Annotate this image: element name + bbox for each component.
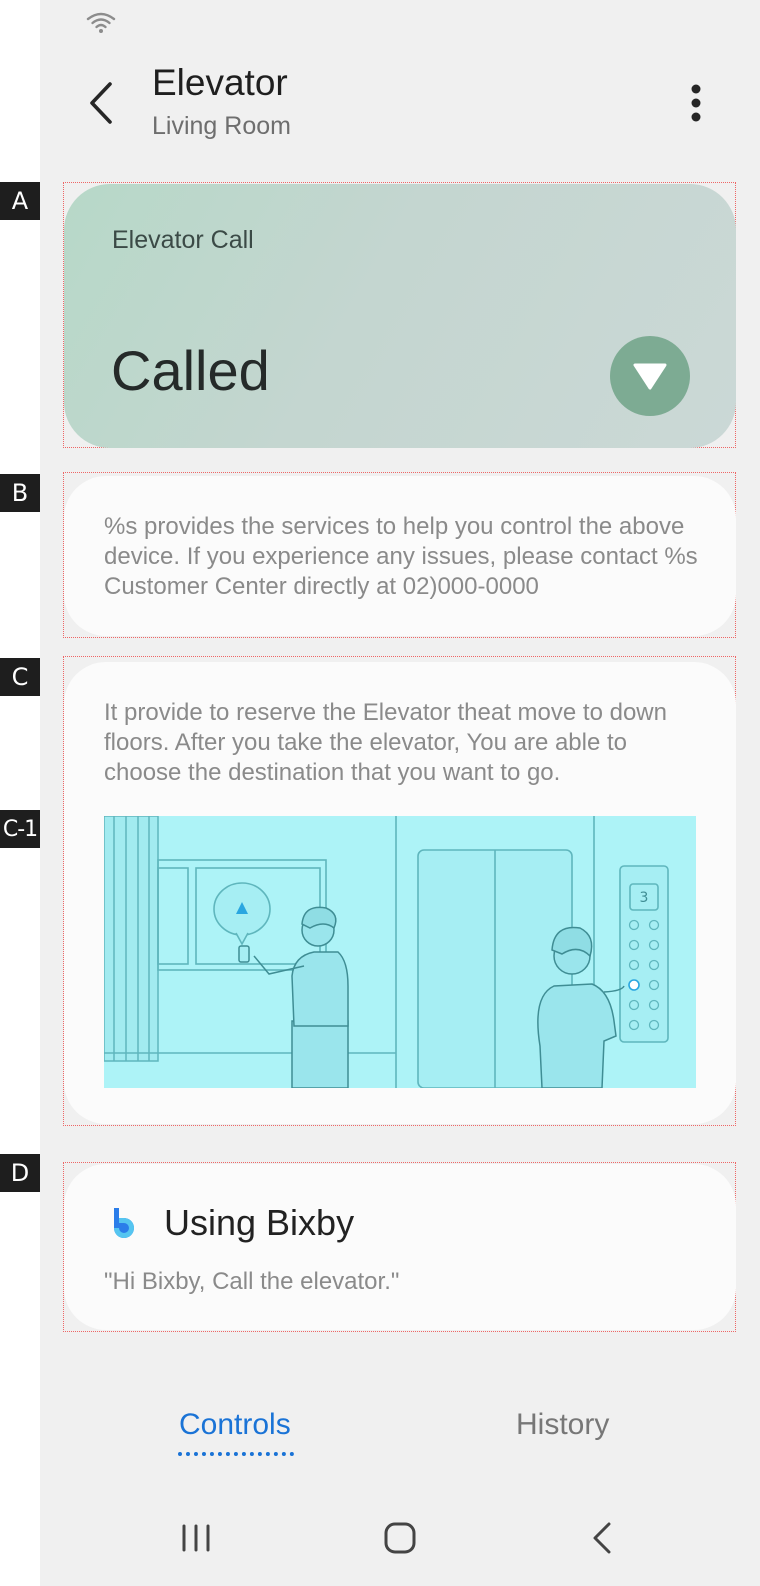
elevator-scene-image: 3 <box>104 816 696 1088</box>
service-notice-text: %s provides the services to help you con… <box>104 513 698 600</box>
bixby-title: Using Bixby <box>164 1202 355 1243</box>
more-options-button[interactable] <box>676 82 716 126</box>
marker-c1: C-1 <box>0 810 40 848</box>
page-title: Elevator <box>152 62 288 103</box>
description-text: It provide to reserve the Elevator theat… <box>104 699 667 786</box>
elevator-illustration: 3 <box>104 816 696 1088</box>
back-icon <box>593 1522 611 1554</box>
back-arrow-icon <box>90 82 112 124</box>
call-elevator-button[interactable] <box>610 336 690 416</box>
more-vertical-icon <box>691 84 701 122</box>
triangle-down-icon <box>633 363 667 390</box>
service-notice-card: %s provides the services to help you con… <box>64 476 736 636</box>
floor-display: 3 <box>640 890 649 906</box>
tab-history[interactable]: History <box>516 1408 609 1442</box>
system-back-button[interactable] <box>572 1508 632 1568</box>
marker-b: B <box>0 474 40 512</box>
bixby-logo-icon <box>114 1208 134 1238</box>
left-annotation-strip <box>0 0 40 1586</box>
elevator-call-label: Elevator Call <box>112 226 254 254</box>
bixby-card[interactable]: Using Bixby "Hi Bixby, Call the elevator… <box>64 1164 736 1330</box>
recent-apps-button[interactable] <box>166 1508 226 1568</box>
elevator-call-card[interactable]: Elevator Call Called <box>64 184 736 448</box>
back-button[interactable] <box>84 80 120 126</box>
recent-apps-icon <box>182 1524 210 1552</box>
bixby-quote: "Hi Bixby, Call the elevator." <box>104 1268 400 1295</box>
wifi-icon <box>86 12 116 33</box>
tab-controls[interactable]: Controls <box>179 1408 291 1442</box>
elevator-call-status: Called <box>111 339 270 402</box>
home-button[interactable] <box>370 1508 430 1568</box>
marker-d: D <box>0 1154 40 1192</box>
home-icon <box>384 1522 416 1554</box>
description-card: It provide to reserve the Elevator theat… <box>64 662 736 1124</box>
marker-c: C <box>0 658 40 696</box>
tab-controls-underline <box>178 1452 294 1456</box>
marker-a: A <box>0 182 40 220</box>
page-subtitle: Living Room <box>152 112 291 140</box>
